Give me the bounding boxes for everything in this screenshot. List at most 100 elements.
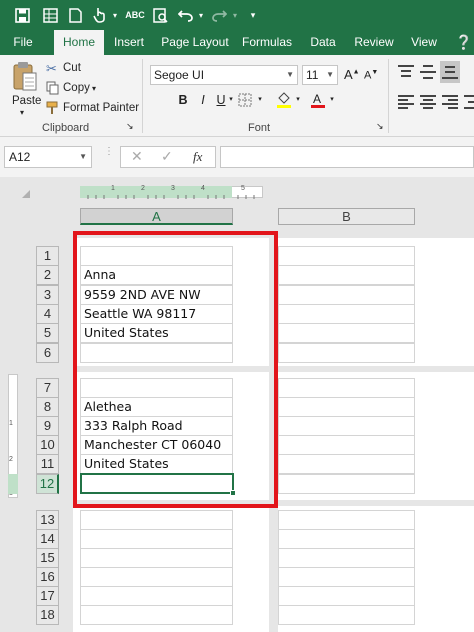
align-right-icon[interactable] (442, 95, 458, 109)
cell-b13[interactable] (278, 510, 415, 530)
row-header[interactable]: 11 (36, 454, 59, 474)
row-header[interactable]: 8 (36, 397, 59, 417)
font-color-icon[interactable]: A (310, 91, 326, 109)
customize-toolbar-icon[interactable]: ▾ (246, 4, 260, 26)
cell-b2[interactable] (278, 265, 415, 285)
row-header[interactable]: 7 (36, 378, 59, 398)
row-header[interactable]: 2 (36, 265, 59, 285)
column-header-a[interactable]: A (80, 208, 233, 225)
row-header[interactable]: 15 (36, 548, 59, 568)
column-header-b[interactable]: B (278, 208, 415, 225)
bottom-align-icon[interactable] (440, 61, 460, 83)
cell-b15[interactable] (278, 548, 415, 568)
resize-handle-icon[interactable]: ⋮ (104, 147, 114, 165)
cell-a17[interactable] (80, 586, 233, 606)
clipboard-launcher-icon[interactable]: ↘ (126, 121, 134, 132)
paste-icon[interactable] (12, 61, 38, 93)
fill-color-dropdown-icon[interactable]: ▾ (294, 95, 302, 103)
cell-a14[interactable] (80, 529, 233, 549)
copy-button[interactable]: Copy (63, 82, 90, 94)
cell-a13[interactable] (80, 510, 233, 530)
row-header[interactable]: 13 (36, 510, 59, 530)
tab-view[interactable]: View (406, 30, 442, 55)
tab-formulas[interactable]: Formulas (238, 30, 296, 55)
cell-b11[interactable] (278, 454, 415, 474)
chevron-down-icon[interactable]: ▾ (110, 4, 120, 26)
cell-a4[interactable]: Seattle WA 98117 (80, 304, 233, 324)
help-icon[interactable]: ❔ (454, 30, 474, 55)
cell-b16[interactable] (278, 567, 415, 587)
font-color-dropdown-icon[interactable]: ▾ (328, 95, 336, 103)
cell-a18[interactable] (80, 605, 233, 625)
cell-b1[interactable] (278, 246, 415, 266)
tab-insert[interactable]: Insert (108, 30, 150, 55)
undo-icon[interactable] (176, 4, 194, 26)
middle-align-icon[interactable] (420, 65, 436, 79)
spelling-icon[interactable]: ABC (124, 4, 146, 26)
cell-a7[interactable] (80, 378, 233, 398)
cell-a2[interactable]: Anna (80, 265, 233, 285)
tab-file[interactable]: File (6, 30, 40, 55)
table-icon[interactable] (40, 4, 60, 26)
row-header[interactable]: 4 (36, 304, 59, 324)
format-painter-button[interactable]: Format Painter (63, 102, 139, 114)
cell-a6[interactable] (80, 343, 233, 363)
copy-dropdown-icon[interactable]: ▾ (92, 84, 96, 93)
row-header[interactable]: 3 (36, 285, 59, 305)
underline-dropdown-icon[interactable]: ▾ (227, 95, 235, 103)
cell-a1[interactable] (80, 246, 233, 266)
name-box[interactable]: A12 ▼ (4, 146, 92, 168)
cell-a3[interactable]: 9559 2ND AVE NW (80, 285, 233, 305)
borders-dropdown-icon[interactable]: ▾ (256, 95, 264, 103)
cell-b3[interactable] (278, 285, 415, 305)
cell-a15[interactable] (80, 548, 233, 568)
new-document-icon[interactable] (66, 4, 84, 26)
cell-b6[interactable] (278, 343, 415, 363)
row-header[interactable]: 9 (36, 416, 59, 436)
cell-b10[interactable] (278, 435, 415, 455)
tab-data[interactable]: Data (306, 30, 340, 55)
redo-dropdown-icon[interactable]: ▾ (230, 4, 240, 26)
cell-b9[interactable] (278, 416, 415, 436)
top-align-icon[interactable] (398, 65, 414, 79)
cell-a8[interactable]: Alethea (80, 397, 233, 417)
fill-color-icon[interactable] (276, 91, 292, 109)
align-left-icon[interactable] (398, 95, 414, 109)
font-launcher-icon[interactable]: ↘ (376, 121, 384, 132)
save-icon[interactable] (12, 4, 32, 26)
font-name-select[interactable]: Segoe UI ▼ (150, 65, 298, 85)
italic-button[interactable]: I (196, 93, 210, 107)
align-center-icon[interactable] (420, 95, 436, 109)
cell-a5[interactable]: United States (80, 323, 233, 343)
insert-function-button[interactable]: fx (193, 149, 202, 165)
cancel-icon[interactable]: ✕ (131, 148, 143, 165)
touch-mode-icon[interactable] (90, 4, 110, 26)
row-header[interactable]: 16 (36, 567, 59, 587)
tab-page-layout[interactable]: Page Layout (160, 30, 230, 55)
cut-button[interactable]: Cut (63, 62, 81, 74)
cell-b5[interactable] (278, 323, 415, 343)
cell-b14[interactable] (278, 529, 415, 549)
decrease-indent-icon[interactable] (464, 95, 474, 109)
row-header[interactable]: 6 (36, 343, 59, 363)
cell-b18[interactable] (278, 605, 415, 625)
cell-b4[interactable] (278, 304, 415, 324)
borders-icon[interactable] (238, 93, 252, 107)
cell-a10[interactable]: Manchester CT 06040 (80, 435, 233, 455)
formula-input[interactable] (220, 146, 474, 168)
decrease-font-size-icon[interactable]: A▼ (364, 69, 378, 82)
row-header[interactable]: 10 (36, 435, 59, 455)
cell-a11[interactable]: United States (80, 454, 233, 474)
cell-b7[interactable] (278, 378, 415, 398)
cell-b8[interactable] (278, 397, 415, 417)
row-header[interactable]: 14 (36, 529, 59, 549)
cell-a9[interactable]: 333 Ralph Road (80, 416, 233, 436)
row-header[interactable]: 1 (36, 246, 59, 266)
select-all-icon[interactable] (22, 190, 30, 198)
paste-button[interactable]: Paste (12, 95, 41, 107)
bold-button[interactable]: B (176, 93, 190, 107)
tab-home[interactable]: Home (54, 30, 104, 55)
enter-icon[interactable]: ✓ (161, 148, 173, 165)
row-header[interactable]: 5 (36, 323, 59, 343)
cell-a16[interactable] (80, 567, 233, 587)
